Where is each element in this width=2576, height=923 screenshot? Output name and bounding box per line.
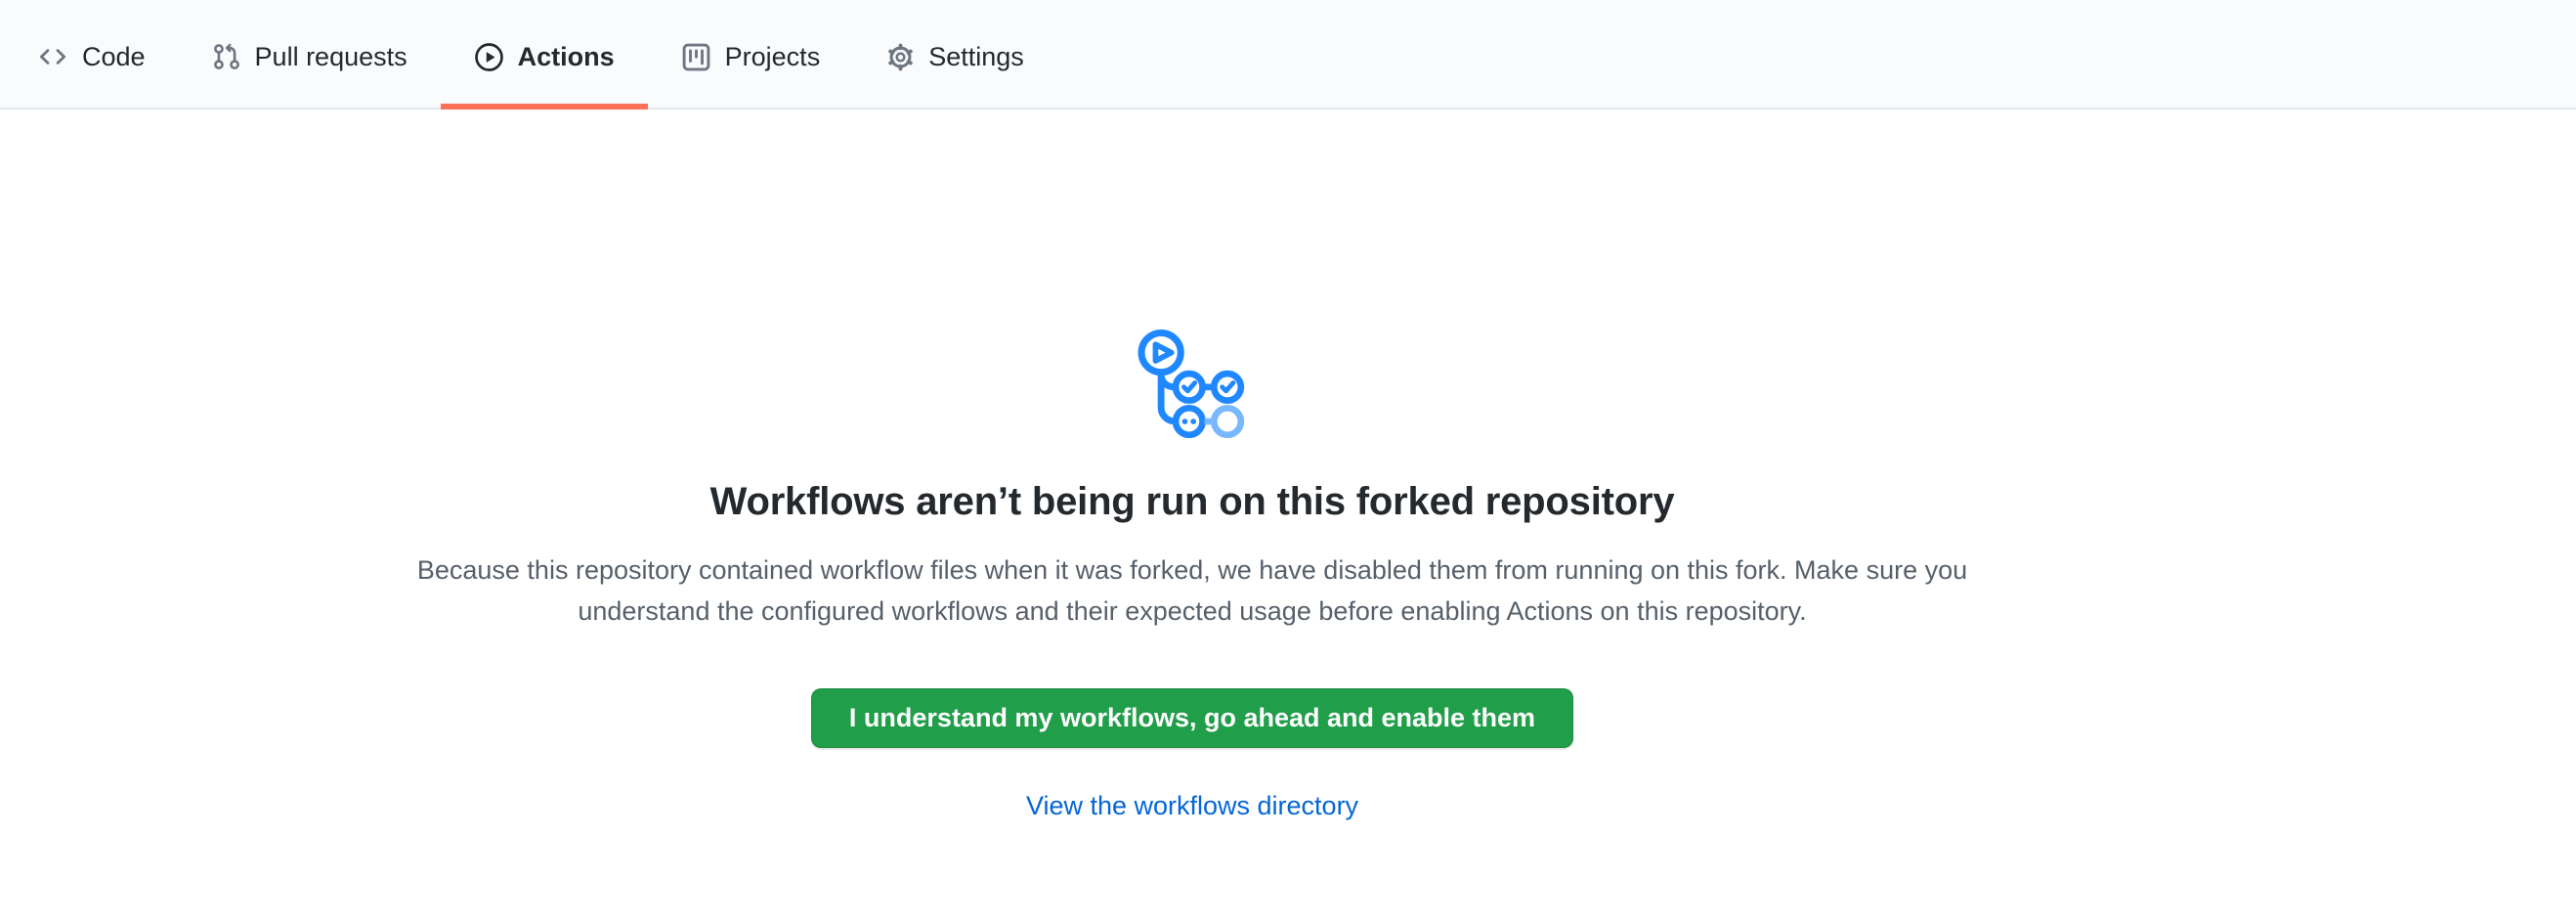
enable-workflows-button[interactable]: I understand my workflows, go ahead and …: [811, 688, 1573, 748]
blankslate-description: Because this repository contained workfl…: [391, 549, 1994, 632]
code-icon: [37, 42, 68, 71]
workflow-graph-icon: [1137, 330, 1248, 443]
tab-pull-requests-label: Pull requests: [255, 44, 408, 70]
blankslate-heading: Workflows aren’t being run on this forke…: [0, 480, 2384, 524]
tab-actions[interactable]: Actions: [441, 0, 648, 108]
git-pull-request-icon: [212, 42, 241, 71]
project-board-icon: [681, 42, 711, 72]
tab-settings-label: Settings: [928, 44, 1024, 70]
actions-blankslate: Workflows aren’t being run on this forke…: [0, 110, 2384, 821]
play-circle-icon: [474, 42, 504, 72]
tab-pull-requests[interactable]: Pull requests: [179, 0, 441, 108]
tab-code-label: Code: [82, 44, 146, 70]
view-workflows-directory-link[interactable]: View the workflows directory: [1026, 791, 1358, 821]
gear-icon: [886, 43, 915, 71]
tab-code[interactable]: Code: [4, 0, 179, 108]
repo-tab-bar: Code Pull requests Actions: [0, 0, 2576, 110]
tab-settings[interactable]: Settings: [853, 0, 1057, 108]
tab-projects-label: Projects: [725, 44, 821, 70]
tab-actions-label: Actions: [518, 44, 615, 70]
tab-projects[interactable]: Projects: [648, 0, 854, 108]
